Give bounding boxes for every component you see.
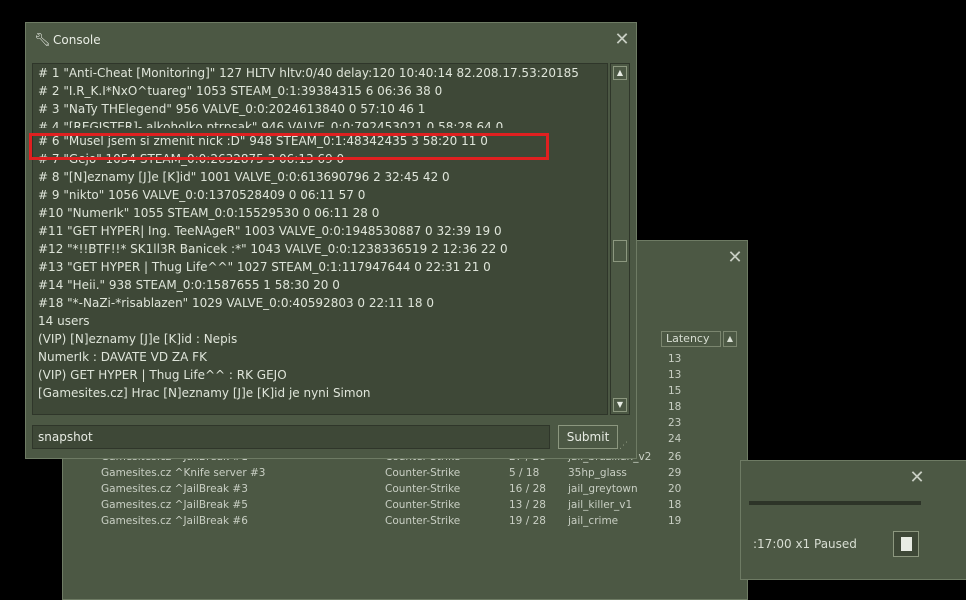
latency-cell: 15 [668,385,682,397]
close-icon[interactable]: ✕ [907,469,927,489]
server-game: Counter-Strike [385,483,461,495]
log-line: # 4 "[REGISTER]- alkoholko ptrpsak" 946 … [38,120,504,128]
column-latency[interactable]: Latency [661,331,721,347]
server-latency: 18 [668,499,682,511]
server-game: Counter-Strike [385,515,461,527]
latency-cell: 23 [668,417,682,429]
log-line: #18 "*-NaZi-*risablazen" 1029 VALVE_0:0:… [38,296,434,310]
highlight-box [29,133,549,160]
log-line: NumerIk : DAVATE VD ZA FK [38,350,207,364]
server-latency: 19 [668,515,682,527]
latency-cell: 13 [668,369,682,381]
log-line: #14 "Heii." 938 STEAM_0:0:1587655 1 58:3… [38,278,340,292]
latency-cell: 24 [668,433,682,445]
log-line: [Gamesites.cz] Hrac [N]eznamy [J]e [K]id… [38,386,371,400]
stop-button[interactable] [893,531,919,557]
log-line: # 8 "[N]eznamy [J]e [K]id" 1001 VALVE_0:… [38,170,450,184]
log-line: (VIP) GET HYPER | Thug Life^^ : RK GEJO [38,368,287,382]
latency-cell: 13 [668,353,682,365]
log-line: # 2 "I.R_K.I*NxO^tuareg" 1053 STEAM_0:1:… [38,84,443,98]
demo-progress-bar[interactable] [749,501,921,505]
window-title: Console [53,33,101,47]
stop-icon [901,537,912,551]
log-line: #13 "GET HYPER | Thug Life^^" 1027 STEAM… [38,260,491,274]
wrench-icon: 🔧︎ [34,33,51,48]
console-log[interactable]: # 1 "Anti-Cheat [Monitoring]" 127 HLTV h… [32,63,608,415]
latency-cell: 18 [668,401,682,413]
server-game: Counter-Strike [385,467,461,479]
console-scrollbar[interactable]: ▲ ▼ [610,63,630,415]
server-players: 13 / 28 [509,499,546,511]
demo-player-window: ✕ :17:00 x1 Paused [740,460,966,580]
server-latency: 29 [668,467,682,479]
resize-grip-icon[interactable]: ⋰ [619,441,628,451]
server-players: 16 / 28 [509,483,546,495]
log-line: (VIP) [N]eznamy [J]e [K]id : Nepis [38,332,238,346]
log-line: 14 users [38,314,90,328]
log-line: # 1 "Anti-Cheat [Monitoring]" 127 HLTV h… [38,66,579,80]
log-line: # 9 "nikto" 1056 VALVE_0:0:1370528409 0 … [38,188,366,202]
server-latency: 26 [668,451,682,463]
command-input[interactable] [32,425,550,449]
server-map: jail_crime [568,515,619,527]
server-latency: 20 [668,483,682,495]
server-map: jail_killer_v1 [568,499,633,511]
console-window: 🔧︎ Console ✕ # 1 "Anti-Cheat [Monitoring… [25,22,637,459]
server-map: 35hp_glass [568,467,627,479]
log-line: #11 "GET HYPER| Ing. TeeNAgeR" 1003 VALV… [38,224,502,238]
log-line: #12 "*!!BTF!!* SK1ll3R Banicek :*" 1043 … [38,242,508,256]
submit-button[interactable]: Submit [558,425,618,449]
server-players: 5 / 18 [509,467,540,479]
demo-status: :17:00 x1 Paused [753,537,857,551]
server-name: Gamesites.cz ^JailBreak #5 [101,499,248,511]
arrow-up-icon[interactable]: ▲ [723,331,737,347]
close-icon[interactable]: ✕ [612,31,632,51]
scrollbar-thumb[interactable] [613,240,627,262]
log-line: # 3 "NaTy THElegend" 956 VALVE_0:0:20246… [38,102,426,116]
server-map: jail_greytown [568,483,638,495]
server-game: Counter-Strike [385,499,461,511]
server-name: Gamesites.cz ^JailBreak #6 [101,515,248,527]
server-players: 19 / 28 [509,515,546,527]
log-line: #10 "NumerIk" 1055 STEAM_0:0:15529530 0 … [38,206,380,220]
arrow-up-icon[interactable]: ▲ [613,66,627,80]
server-name: Gamesites.cz ^Knife server #3 [101,467,266,479]
close-icon[interactable]: ✕ [725,249,745,269]
arrow-down-icon[interactable]: ▼ [613,398,627,412]
server-name: Gamesites.cz ^JailBreak #3 [101,483,248,495]
